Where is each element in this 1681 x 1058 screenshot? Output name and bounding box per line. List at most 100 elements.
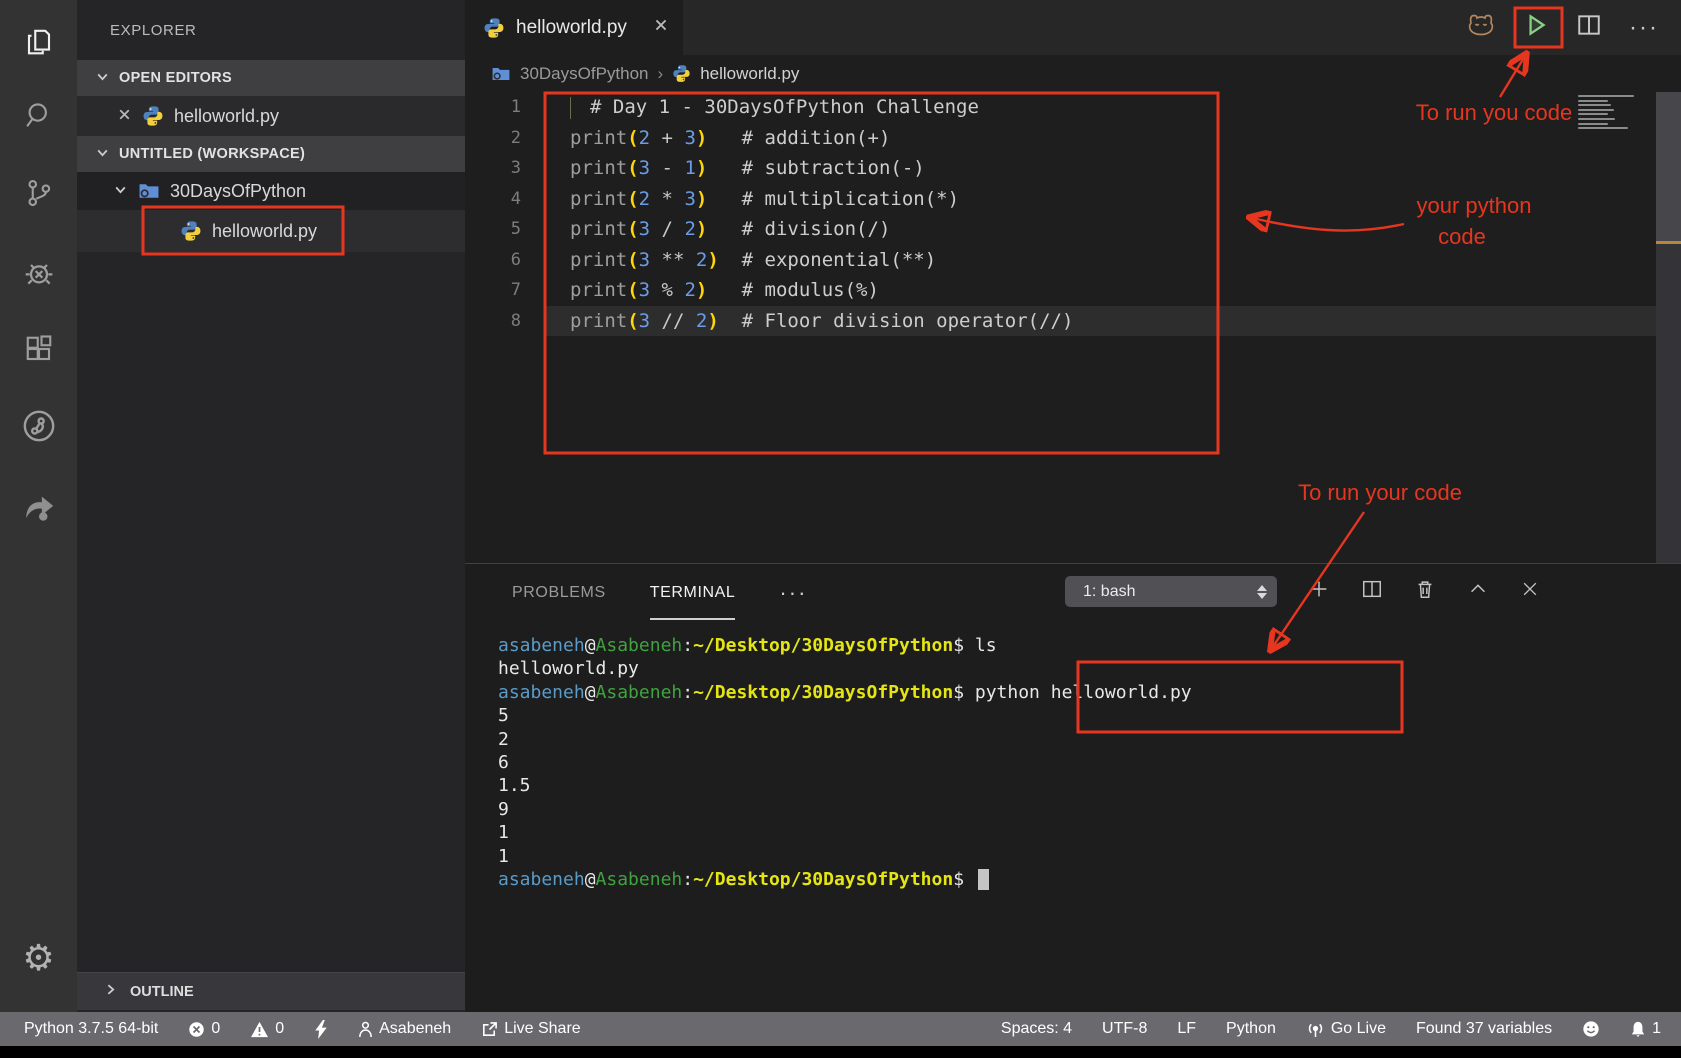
code-line-2[interactable]: 2print(2 + 3) # addition(+) [465, 123, 1681, 154]
status-item-eol[interactable]: LF [1177, 1020, 1196, 1038]
search-icon[interactable] [0, 91, 77, 139]
smiley-icon [1582, 1020, 1600, 1038]
editor-actions: ··· [1466, 0, 1681, 55]
line-number: 5 [465, 214, 545, 245]
select-arrows-icon [1257, 585, 1267, 599]
sidebar-title: EXPLORER [77, 0, 465, 60]
code-line-6[interactable]: 6print(3 ** 2) # exponential(**) [465, 245, 1681, 276]
split-editor-icon[interactable] [1576, 12, 1602, 43]
status-item-python-interpreter[interactable]: Python 3.7.5 64-bit [24, 1020, 158, 1038]
more-actions-icon[interactable]: ··· [1629, 23, 1659, 33]
terminal-line: helloworld.py [498, 657, 1681, 680]
code-line-8[interactable]: 8print(3 // 2) # Floor division operator… [465, 306, 1681, 337]
source-control-icon[interactable] [0, 169, 77, 217]
status-item-indentation[interactable]: Spaces: 4 [1001, 1020, 1072, 1038]
terminal-select[interactable]: 1: bash [1065, 576, 1277, 607]
code-editor[interactable]: 1# Day 1 - 30DaysOfPython Challenge2prin… [465, 92, 1681, 563]
status-item-notifications[interactable]: 1 [1630, 1020, 1661, 1038]
tab-helloworld[interactable]: helloworld.py [465, 0, 683, 55]
code-text: print(2 + 3) # addition(+) [545, 123, 1681, 154]
open-editor-item[interactable]: helloworld.py [77, 96, 465, 136]
bottom-strip [0, 1046, 1681, 1058]
status-item-bolt[interactable] [314, 1020, 328, 1039]
code-line-3[interactable]: 3print(3 - 1) # subtraction(-) [465, 153, 1681, 184]
terminal-line: 1 [498, 821, 1681, 844]
terminal-line: 9 [498, 798, 1681, 821]
line-number: 6 [465, 245, 545, 276]
status-item-feedback[interactable] [1582, 1020, 1600, 1038]
editor-tab-bar: helloworld.py ··· [465, 0, 1681, 55]
status-item-live-share[interactable]: Live Share [481, 1020, 581, 1038]
python-file-icon [180, 220, 202, 242]
code-text: # Day 1 - 30DaysOfPython Challenge [545, 92, 1681, 123]
status-label: LF [1177, 1020, 1196, 1038]
line-number: 8 [465, 306, 545, 337]
terminal-line: 1 [498, 845, 1681, 868]
chevron-down-icon [95, 145, 110, 164]
terminal-output[interactable]: asabeneh@Asabeneh:~/Desktop/30DaysOfPyth… [465, 621, 1681, 891]
kill-terminal-icon[interactable] [1414, 578, 1436, 605]
tree-folder-30daysofpython[interactable]: 30DaysOfPython [77, 172, 465, 210]
terminal-select-value: 1: bash [1083, 583, 1135, 601]
minimap[interactable] [1578, 95, 1634, 132]
close-icon[interactable] [117, 106, 132, 127]
panel-header: PROBLEMS TERMINAL ··· 1: bash [465, 564, 1681, 621]
status-label: Found 37 variables [1416, 1020, 1552, 1038]
status-label: 0 [211, 1020, 220, 1038]
status-left: Python 3.7.5 64-bit 0 0 Asabeneh Live Share [0, 1020, 581, 1039]
settings-gear-icon[interactable]: ⚙ [0, 938, 77, 980]
status-label: Live Share [504, 1020, 581, 1038]
section-open-editors[interactable]: OPEN EDITORS [77, 60, 465, 96]
code-line-5[interactable]: 5print(3 / 2) # division(/) [465, 214, 1681, 245]
explorer-icon[interactable] [0, 18, 77, 66]
tab-terminal[interactable]: TERMINAL [650, 564, 736, 621]
status-item-encoding[interactable]: UTF-8 [1102, 1020, 1147, 1038]
status-item-variables-found[interactable]: Found 37 variables [1416, 1020, 1552, 1038]
editor-scrollbar[interactable] [1656, 92, 1681, 563]
code-line-1[interactable]: 1# Day 1 - 30DaysOfPython Challenge [465, 92, 1681, 123]
breadcrumb-folder[interactable]: 30DaysOfPython [520, 64, 649, 84]
status-label: Spaces: 4 [1001, 1020, 1072, 1038]
maximize-panel-icon[interactable] [1467, 578, 1489, 605]
terminal-line: 1.5 [498, 774, 1681, 797]
tree-file-helloworld[interactable]: helloworld.py [77, 210, 465, 252]
bottom-panel: PROBLEMS TERMINAL ··· 1: bash [465, 563, 1681, 1012]
terminal-cursor[interactable] [978, 869, 989, 890]
status-item-error-count[interactable]: 0 [188, 1020, 220, 1038]
scrollbar-slider[interactable] [1656, 92, 1681, 243]
status-item-go-live[interactable]: Go Live [1306, 1020, 1386, 1038]
outline-label: OUTLINE [130, 984, 194, 1000]
breadcrumb[interactable]: 30DaysOfPython › helloworld.py [465, 55, 1681, 92]
code-line-4[interactable]: 4print(2 * 3) # multiplication(*) [465, 184, 1681, 215]
folder-icon [491, 66, 511, 82]
section-outline[interactable]: OUTLINE [77, 972, 465, 1010]
status-item-warning-count[interactable]: 0 [250, 1020, 284, 1038]
explorer-sidebar: EXPLORER OPEN EDITORS helloworld.py UNTI… [77, 0, 465, 1012]
code-text: print(3 % 2) # modulus(%) [545, 275, 1681, 306]
chevron-down-icon [95, 69, 110, 88]
close-panel-icon[interactable] [1520, 579, 1540, 604]
line-number: 7 [465, 275, 545, 306]
split-terminal-icon[interactable] [1361, 578, 1383, 605]
status-item-user[interactable]: Asabeneh [358, 1020, 451, 1038]
panel-more-icon[interactable]: ··· [779, 580, 807, 606]
new-terminal-icon[interactable] [1308, 578, 1330, 605]
code-text: print(3 / 2) # division(/) [545, 214, 1681, 245]
cat-icon[interactable] [1466, 12, 1496, 43]
tab-label: helloworld.py [516, 17, 627, 39]
section-workspace[interactable]: UNTITLED (WORKSPACE) [77, 136, 465, 172]
status-item-language-mode[interactable]: Python [1226, 1020, 1276, 1038]
extensions-icon[interactable] [0, 325, 77, 373]
run-button[interactable] [1523, 12, 1549, 43]
code-text: print(3 ** 2) # exponential(**) [545, 245, 1681, 276]
terminal-line: asabeneh@Asabeneh:~/Desktop/30DaysOfPyth… [498, 681, 1681, 704]
breadcrumb-file[interactable]: helloworld.py [700, 64, 799, 84]
terminal-line: 2 [498, 728, 1681, 751]
tab-close-icon[interactable] [653, 17, 669, 38]
status-label: Asabeneh [379, 1020, 451, 1038]
debug-icon[interactable] [0, 249, 77, 297]
live-share-icon[interactable] [0, 402, 77, 450]
tab-problems[interactable]: PROBLEMS [512, 564, 606, 621]
share-arrow-icon[interactable] [0, 484, 77, 532]
code-line-7[interactable]: 7print(3 % 2) # modulus(%) [465, 275, 1681, 306]
